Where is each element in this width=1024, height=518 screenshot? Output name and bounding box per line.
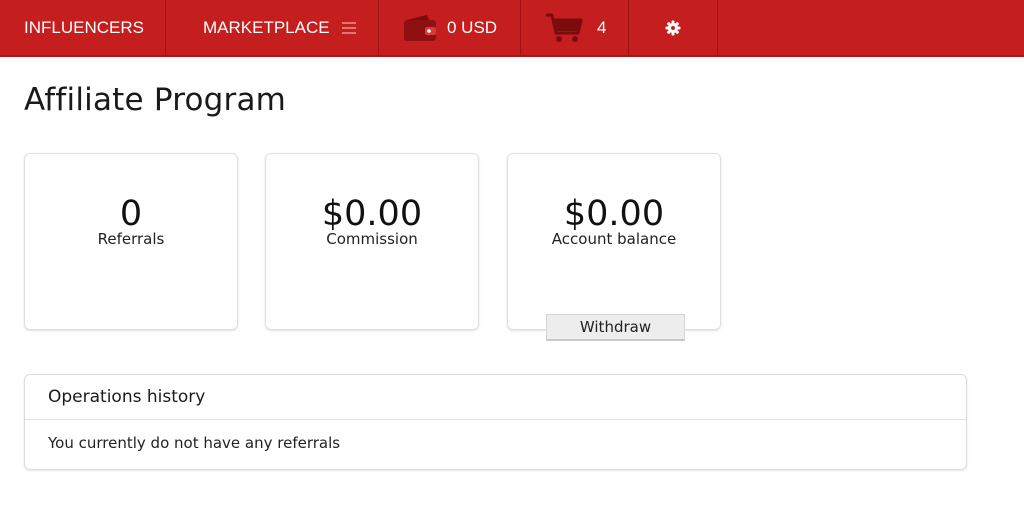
cart-count: 4 bbox=[597, 17, 607, 37]
nav-influencers-label: INFLUENCERS bbox=[24, 17, 144, 37]
account-balance-value: $0.00 bbox=[563, 194, 665, 234]
cart-icon bbox=[546, 13, 583, 42]
account-balance-card: $0.00 Account balance bbox=[507, 153, 721, 330]
nav-settings[interactable] bbox=[629, 0, 718, 55]
page-title: Affiliate Program bbox=[24, 82, 287, 118]
operations-history-empty-message: You currently do not have any referrals bbox=[48, 434, 341, 452]
nav-marketplace-label: MARKETPLACE bbox=[203, 17, 330, 37]
hamburger-icon[interactable] bbox=[341, 19, 356, 37]
referrals-label: Referrals bbox=[97, 230, 165, 248]
wallet-balance: 0 USD bbox=[447, 17, 498, 37]
operations-history-title: Operations history bbox=[25, 375, 966, 420]
nav-wallet[interactable]: 0 USD bbox=[379, 0, 521, 55]
commission-label: Commission bbox=[326, 230, 418, 248]
referrals-card: 0 Referrals bbox=[24, 153, 238, 330]
commission-value: $0.00 bbox=[321, 194, 423, 234]
account-balance-label: Account balance bbox=[551, 230, 677, 248]
withdraw-button[interactable]: Withdraw bbox=[546, 314, 685, 341]
nav-influencers[interactable]: INFLUENCERS bbox=[0, 0, 166, 55]
gear-icon bbox=[665, 20, 681, 35]
commission-card: $0.00 Commission bbox=[265, 153, 479, 330]
nav-cart[interactable]: 4 bbox=[521, 0, 629, 55]
operations-history-panel: Operations history You currently do not … bbox=[24, 374, 967, 470]
top-navigation-bar: INFLUENCERS MARKETPLACE 0 USD 4 bbox=[0, 0, 1024, 57]
wallet-icon bbox=[404, 14, 436, 41]
referrals-value: 0 bbox=[119, 194, 143, 234]
nav-marketplace[interactable]: MARKETPLACE bbox=[166, 0, 379, 55]
